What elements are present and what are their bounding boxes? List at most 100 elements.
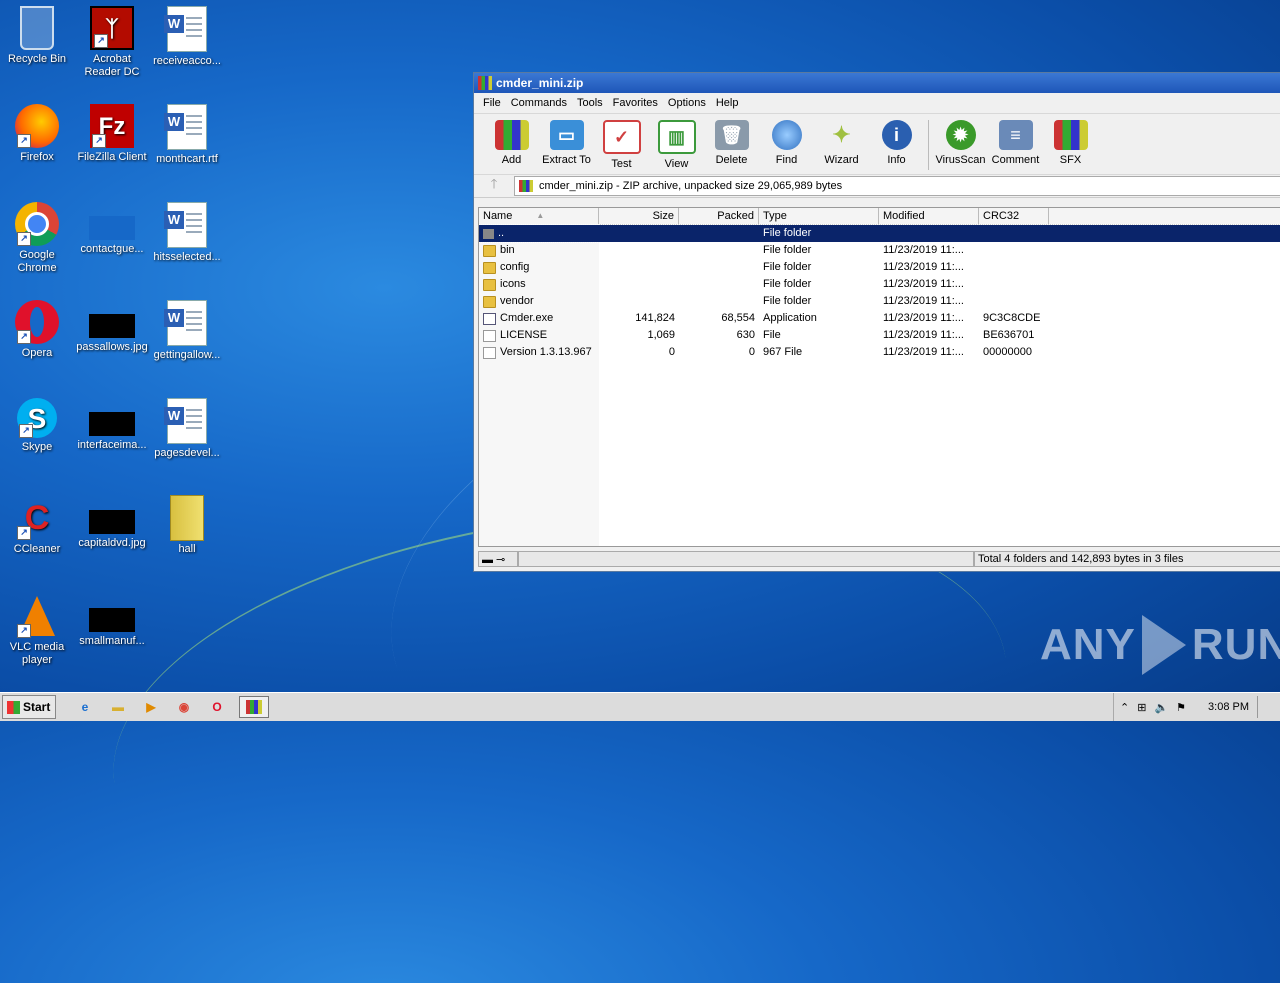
explorer-folder-icon[interactable]: ▬: [107, 697, 129, 717]
info-button[interactable]: i Info: [869, 114, 924, 166]
desktop-icon-doc[interactable]: monthcart.rtf: [150, 98, 224, 166]
desktop-icon-image[interactable]: contactgue...: [75, 196, 149, 256]
table-row[interactable]: icons File folder 11/23/2019 11:...: [479, 276, 1280, 293]
application-icon: [483, 312, 496, 325]
cell-size: 1,069: [647, 329, 675, 341]
cell-type: File folder: [763, 227, 812, 239]
table-row[interactable]: Cmder.exe 141,824 68,554 Application 11/23/2…: [479, 310, 1280, 327]
desktop-icon-image[interactable]: capitaldvd.jpg: [75, 490, 149, 550]
menu-tools[interactable]: Tools: [572, 97, 608, 109]
test-button[interactable]: ✓ Test: [594, 114, 649, 170]
find-button[interactable]: Find: [759, 114, 814, 166]
table-row[interactable]: config File folder 11/23/2019 11:...: [479, 259, 1280, 276]
cell-size: [599, 259, 679, 276]
menu-help[interactable]: Help: [711, 97, 744, 109]
desktop-icon-recycle-bin[interactable]: Recycle Bin: [0, 0, 74, 66]
cell-size: 0: [668, 346, 675, 358]
cell-name: icons: [479, 276, 599, 293]
comment-button[interactable]: ≡ Comment: [988, 114, 1043, 166]
network-icon[interactable]: ⊞: [1137, 701, 1146, 714]
cell-type: File folder: [763, 278, 812, 290]
desktop-icon-doc[interactable]: hitsselected...: [150, 196, 224, 264]
up-arrow-icon[interactable]: 🡑: [474, 175, 514, 197]
column-header-name[interactable]: Name ▲: [479, 208, 599, 224]
internet-explorer-icon[interactable]: e: [74, 697, 96, 717]
cell-type: File folder: [763, 261, 812, 273]
file-list[interactable]: Name ▲ Size Packed Type Modified CRC32 ..…: [478, 207, 1280, 547]
table-row[interactable]: bin File folder 11/23/2019 11:...: [479, 242, 1280, 259]
sfx-button[interactable]: SFX: [1043, 114, 1098, 166]
column-header-size[interactable]: Size: [599, 208, 679, 224]
column-header-packed[interactable]: Packed: [679, 208, 759, 224]
word-doc-icon: [164, 398, 207, 444]
column-header-modified[interactable]: Modified: [879, 208, 979, 224]
status-bar: ▬ ⊸ Total 4 folders and 142,893 bytes in…: [478, 549, 1280, 569]
menu-file[interactable]: File: [478, 97, 506, 109]
column-header-crc32[interactable]: CRC32: [979, 208, 1049, 224]
media-player-icon[interactable]: ▶: [140, 697, 162, 717]
desktop-icon-ccleaner[interactable]: C ↗ CCleaner: [0, 490, 74, 556]
desktop-icon-image[interactable]: smallmanuf...: [75, 588, 149, 648]
desktop-icon-firefox[interactable]: ↗ Firefox: [0, 98, 74, 164]
file-icon: [483, 346, 496, 359]
show-desktop-button[interactable]: [1257, 696, 1270, 718]
wizard-icon: ✦: [832, 122, 851, 147]
virusscan-button[interactable]: ✹ VirusScan: [933, 114, 988, 166]
desktop-icon-image[interactable]: passallows.jpg: [75, 294, 149, 354]
image-icon: [89, 216, 135, 240]
table-row[interactable]: .. File folder: [479, 224, 1280, 243]
cell-crc32: [979, 242, 1049, 259]
desktop-icon-vlc[interactable]: ↗ VLC media player: [0, 588, 74, 667]
virusscan-icon: ✹: [945, 120, 976, 150]
desktop-icon-folder[interactable]: hall: [150, 490, 224, 556]
desktop-icon-doc[interactable]: gettingallow...: [150, 294, 224, 362]
menu-commands[interactable]: Commands: [506, 97, 572, 109]
winrar-icon: [478, 76, 492, 90]
desktop-icon-filezilla[interactable]: Fz ↗ FileZilla Client: [75, 98, 149, 164]
table-row[interactable]: LICENSE 1,069 630 File 11/23/2019 11:... BE63…: [479, 327, 1280, 344]
image-icon: [89, 510, 135, 534]
desktop-icon-doc[interactable]: pagesdevel...: [150, 392, 224, 460]
cell-size: [599, 242, 679, 259]
parent-folder-icon: [483, 228, 494, 239]
desktop-icon-acrobat[interactable]: ᛉ ↗ Acrobat Reader DC: [75, 0, 149, 79]
menu-favorites[interactable]: Favorites: [608, 97, 663, 109]
clock[interactable]: 3:08 PM: [1208, 701, 1249, 713]
cell-size: [599, 276, 679, 293]
cell-modified: 11/23/2019 11:...: [883, 312, 964, 324]
cell-modified: 11/23/2019 11:...: [883, 244, 964, 256]
title-bar[interactable]: cmder_mini.zip: [474, 73, 1280, 93]
table-row[interactable]: Version 1.3.13.967 0 0 967 File 11/23/2019 1…: [479, 344, 1280, 361]
column-header-type[interactable]: Type: [759, 208, 879, 224]
window-title: cmder_mini.zip: [496, 76, 584, 90]
desktop-icon-opera[interactable]: ↗ Opera: [0, 294, 74, 360]
desktop-icon-chrome[interactable]: ↗ Google Chrome: [0, 196, 74, 275]
toolbar-separator: [928, 120, 929, 170]
play-icon: [1141, 615, 1186, 675]
delete-button[interactable]: 🗑 Delete: [704, 114, 759, 166]
desktop-icon-doc[interactable]: receiveacco...: [150, 0, 224, 68]
table-row[interactable]: vendor File folder 11/23/2019 11:...: [479, 293, 1280, 310]
windows-flag-icon: [7, 700, 20, 714]
drive-icon[interactable]: ▬ ⊸: [478, 551, 518, 567]
extract-to-button[interactable]: ▭ Extract To: [539, 114, 594, 166]
cell-type: File folder: [763, 244, 812, 256]
sfx-icon: [1053, 120, 1088, 150]
wizard-button[interactable]: ✦ Wizard: [814, 114, 869, 166]
add-button[interactable]: Add: [484, 114, 539, 166]
volume-icon[interactable]: 🔈: [1154, 701, 1168, 714]
desktop-icon-skype[interactable]: S ↗ Skype: [0, 392, 74, 454]
view-button[interactable]: ▥ View: [649, 114, 704, 170]
menu-options[interactable]: Options: [663, 97, 711, 109]
desktop-icon-image[interactable]: interfaceima...: [75, 392, 149, 452]
tray-expand-icon[interactable]: ⌃: [1120, 701, 1129, 714]
chrome-taskbar-icon[interactable]: ◉: [173, 697, 195, 717]
winrar-taskbar-button[interactable]: [239, 696, 269, 718]
start-button[interactable]: Start: [2, 695, 56, 719]
archive-path[interactable]: cmder_mini.zip - ZIP archive, unpacked s…: [514, 176, 1280, 196]
anyrun-watermark: ANY RUN: [1040, 615, 1280, 675]
status-left: [518, 551, 974, 567]
flag-icon[interactable]: ⚑: [1176, 701, 1186, 714]
folder-icon: [483, 261, 496, 274]
opera-taskbar-icon[interactable]: O: [206, 697, 228, 717]
